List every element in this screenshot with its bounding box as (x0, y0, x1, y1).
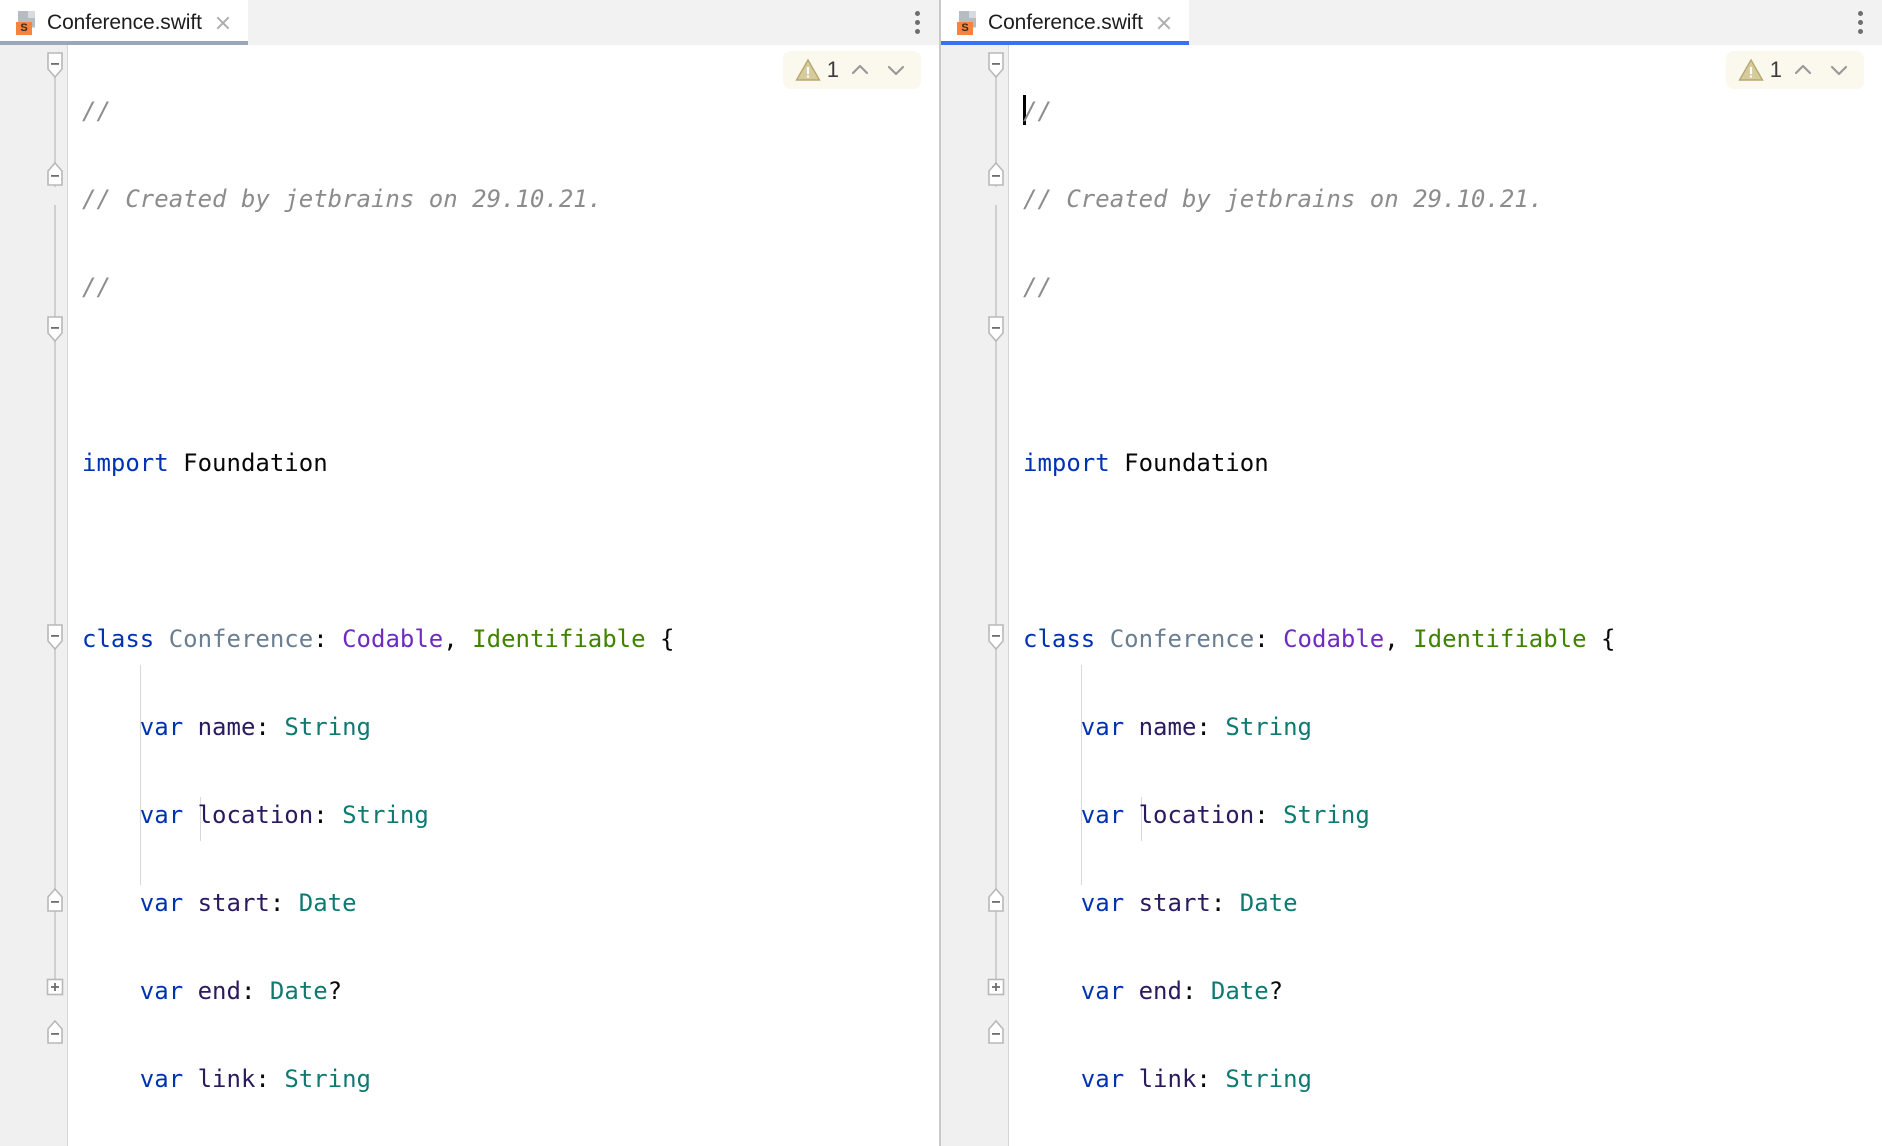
code-line: var link: String (139, 1065, 372, 1093)
tab-bar-left: S Conference.swift (0, 0, 939, 45)
chevron-down-icon[interactable] (1824, 55, 1854, 85)
chevron-up-icon[interactable] (845, 55, 875, 85)
tab-bar-spacer-left (247, 0, 895, 45)
code-area-right[interactable]: // // Created by jetbrains on 29.10.21. … (1009, 45, 1882, 1146)
fold-start-icon[interactable] (44, 315, 66, 343)
tab-conference-swift-right[interactable]: S Conference.swift (941, 0, 1189, 45)
code-text-right[interactable]: // // Created by jetbrains on 29.10.21. … (1009, 45, 1882, 1146)
editor-pane-right: S Conference.swift // // Created by jetb… (941, 0, 1882, 1146)
tab-bar-right: S Conference.swift (941, 0, 1882, 45)
fold-end-icon[interactable] (44, 887, 66, 913)
plus-square-icon[interactable] (985, 975, 1007, 1001)
code-line: var name: String (139, 713, 372, 741)
gutter-right[interactable] (941, 45, 1009, 1146)
code-line: // (1023, 95, 1052, 125)
code-line: import Foundation (1023, 449, 1269, 477)
warning-count: 1 (826, 57, 839, 82)
warning-count: 1 (1769, 57, 1782, 82)
fold-end-icon[interactable] (985, 161, 1007, 187)
more-vertical-icon-right[interactable] (1838, 0, 1882, 45)
code-line: class Conference: Codable, Identifiable … (1023, 625, 1616, 653)
fold-end-icon[interactable] (44, 161, 66, 187)
inspection-widget-right[interactable]: 1 (1725, 51, 1864, 89)
swift-file-icon: S (957, 10, 978, 35)
split-editor-window: S Conference.swift // // Created by jetb… (0, 0, 1882, 1146)
code-line: // Created by jetbrains on 29.10.21. (82, 185, 603, 213)
warning-triangle-icon (795, 58, 821, 82)
code-line: class Conference: Codable, Identifiable … (82, 625, 675, 653)
tab-conference-swift-left[interactable]: S Conference.swift (0, 0, 248, 45)
editor-body-left[interactable]: // // Created by jetbrains on 29.10.21. … (0, 45, 939, 1146)
fold-end-icon[interactable] (44, 1019, 66, 1045)
code-line: // (82, 97, 111, 125)
warning-triangle-icon (1738, 58, 1764, 82)
chevron-up-icon[interactable] (1788, 55, 1818, 85)
swift-badge-letter: S (16, 21, 32, 35)
code-line: // (1023, 273, 1052, 301)
code-line: var start: Date (139, 889, 357, 917)
code-line: // (82, 273, 111, 301)
more-vertical-icon-left[interactable] (895, 0, 939, 45)
code-line: var start: Date (1080, 889, 1298, 917)
code-line: var location: String (1080, 801, 1370, 829)
fold-end-icon[interactable] (985, 1019, 1007, 1045)
fold-start-icon[interactable] (985, 315, 1007, 343)
gutter-left[interactable] (0, 45, 68, 1146)
inspection-widget-left[interactable]: 1 (782, 51, 921, 89)
code-line: var name: String (1080, 713, 1313, 741)
fold-connector (995, 745, 997, 985)
fold-start-icon[interactable] (44, 51, 66, 79)
code-text-left[interactable]: // // Created by jetbrains on 29.10.21. … (68, 45, 939, 1146)
code-line: var link: String (1080, 1065, 1313, 1093)
fold-end-icon[interactable] (985, 887, 1007, 913)
plus-square-icon[interactable] (44, 975, 66, 1001)
fold-start-icon[interactable] (985, 51, 1007, 79)
tab-label: Conference.swift (988, 10, 1143, 34)
editor-body-right[interactable]: // // Created by jetbrains on 29.10.21. … (941, 45, 1882, 1146)
code-area-left[interactable]: // // Created by jetbrains on 29.10.21. … (68, 45, 939, 1146)
swift-file-icon: S (16, 10, 37, 35)
close-icon[interactable] (1153, 12, 1175, 34)
code-line: var end: Date? (1080, 977, 1284, 1005)
code-line: // Created by jetbrains on 29.10.21. (1023, 185, 1544, 213)
code-line: var location: String (139, 801, 429, 829)
close-icon[interactable] (212, 12, 234, 34)
code-line: var end: Date? (139, 977, 343, 1005)
tab-label: Conference.swift (47, 10, 202, 34)
fold-start-icon[interactable] (44, 623, 66, 651)
code-line: import Foundation (82, 449, 328, 477)
chevron-down-icon[interactable] (881, 55, 911, 85)
tab-bar-spacer-right (1188, 0, 1838, 45)
swift-badge-letter: S (957, 21, 973, 35)
fold-start-icon[interactable] (985, 623, 1007, 651)
fold-connector (54, 745, 56, 985)
editor-pane-left: S Conference.swift // // Created by jetb… (0, 0, 939, 1146)
